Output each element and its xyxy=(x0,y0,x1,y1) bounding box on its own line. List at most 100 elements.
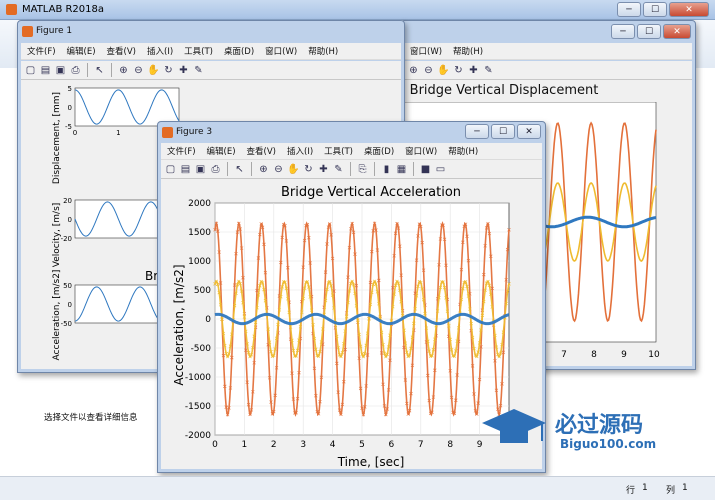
menu-window[interactable]: 窗口(W) xyxy=(265,45,297,57)
fig2-plot-title: Bridge Vertical Displacement xyxy=(409,83,599,98)
fig2-menu-window[interactable]: 窗口(W) xyxy=(410,45,442,57)
open-file-icon[interactable]: ▤ xyxy=(39,64,52,77)
chart-title: Bridge Vertical Acceleration xyxy=(281,185,461,200)
minimize-button[interactable]: ─ xyxy=(617,2,641,17)
watermark-text: 必过源码 xyxy=(555,413,644,438)
x-tick-label: 0 xyxy=(212,440,218,450)
status-col-value: 1 xyxy=(682,483,688,493)
menu-view[interactable]: 查看(V) xyxy=(107,45,136,57)
fig1-xtick: 1 xyxy=(116,129,120,137)
matlab-logo-icon xyxy=(6,4,17,15)
figure3-toolbar: ▢ ▤ ▣ ⎙ ↖ ⊕ ⊖ ✋ ↻ ✚ ✎ ⎘ ▮ ▦ ■ ▭ xyxy=(161,160,542,179)
fig2-maximize-button[interactable]: ☐ xyxy=(637,24,661,39)
fig3-maximize-button[interactable]: ☐ xyxy=(491,124,515,139)
figure1-menubar: 文件(F) 编辑(E) 查看(V) 插入(I) 工具(T) 桌面(D) 窗口(W… xyxy=(21,43,401,60)
figure2-toolbar: ⊕ ⊖ ✋ ↻ ✚ ✎ xyxy=(404,61,692,80)
x-tick-label: 1 xyxy=(242,440,248,450)
menu-edit[interactable]: 编辑(E) xyxy=(207,145,236,157)
x-tick-label: 5 xyxy=(359,440,365,450)
fig2-close-button[interactable]: ✕ xyxy=(663,24,691,39)
save-icon[interactable]: ▣ xyxy=(194,163,207,176)
y-tick-label: -500 xyxy=(191,344,212,354)
pan-icon[interactable]: ✋ xyxy=(287,163,300,176)
y-tick-label: 0 xyxy=(205,315,211,325)
rotate-icon[interactable]: ↻ xyxy=(302,163,315,176)
file-details-hint: 选择文件以查看详细信息 xyxy=(44,413,138,423)
menu-file[interactable]: 文件(F) xyxy=(27,45,56,57)
menu-help[interactable]: 帮助(H) xyxy=(448,145,478,157)
fig2-xtick: 9 xyxy=(621,350,627,360)
data-cursor-icon[interactable]: ✚ xyxy=(317,163,330,176)
fig2-xtick-labels: 7 8 9 10 xyxy=(561,350,660,360)
zoom-in-icon[interactable]: ⊕ xyxy=(257,163,270,176)
figure-icon xyxy=(22,26,33,37)
brush-icon[interactable]: ✎ xyxy=(482,64,495,77)
zoom-out-icon[interactable]: ⊖ xyxy=(422,64,435,77)
menu-window[interactable]: 窗口(W) xyxy=(405,145,437,157)
matlab-titlebar: MATLAB R2018a ─ ☐ ✕ xyxy=(0,0,715,20)
y-tick-label: -1000 xyxy=(185,373,211,383)
status-col-label: 列 xyxy=(666,486,676,496)
y-tick-label: -2000 xyxy=(185,431,211,441)
pan-icon[interactable]: ✋ xyxy=(147,64,160,77)
zoom-out-icon[interactable]: ⊖ xyxy=(132,64,145,77)
status-row-label: 行 xyxy=(626,486,636,496)
menu-insert[interactable]: 插入(I) xyxy=(147,45,173,57)
hide-tools-icon[interactable]: ■ xyxy=(419,163,432,176)
y-tick-label: 2000 xyxy=(188,199,211,209)
chart-ylabel: Acceleration, [m/s2] xyxy=(172,264,186,385)
menu-tools[interactable]: 工具(T) xyxy=(184,45,213,57)
pointer-icon[interactable]: ↖ xyxy=(93,64,106,77)
x-tick-label: 8 xyxy=(447,440,453,450)
watermark: 必过源码 Biguo100.com xyxy=(480,405,680,460)
fig2-xtick: 10 xyxy=(648,350,660,360)
menu-desktop[interactable]: 桌面(D) xyxy=(224,45,254,57)
menu-insert[interactable]: 插入(I) xyxy=(287,145,313,157)
zoom-in-icon[interactable]: ⊕ xyxy=(407,64,420,77)
menu-edit[interactable]: 编辑(E) xyxy=(67,45,96,57)
y-tick-label: 500 xyxy=(194,286,211,296)
pan-icon[interactable]: ✋ xyxy=(437,64,450,77)
brush-icon[interactable]: ✎ xyxy=(192,64,205,77)
zoom-out-icon[interactable]: ⊖ xyxy=(272,163,285,176)
new-figure-icon[interactable]: ▢ xyxy=(164,163,177,176)
close-button[interactable]: ✕ xyxy=(669,2,709,17)
rotate-icon[interactable]: ↻ xyxy=(452,64,465,77)
fig2-minimize-button[interactable]: ─ xyxy=(611,24,635,39)
save-icon[interactable]: ▣ xyxy=(54,64,67,77)
menu-view[interactable]: 查看(V) xyxy=(247,145,276,157)
menu-file[interactable]: 文件(F) xyxy=(167,145,196,157)
menu-tools[interactable]: 工具(T) xyxy=(324,145,353,157)
pointer-icon[interactable]: ↖ xyxy=(233,163,246,176)
print-icon[interactable]: ⎙ xyxy=(69,64,82,77)
figure1-titlebar: Figure 1 xyxy=(18,21,404,43)
data-cursor-icon[interactable]: ✚ xyxy=(467,64,480,77)
open-file-icon[interactable]: ▤ xyxy=(179,163,192,176)
status-bar: 行 1 列 1 xyxy=(0,476,715,500)
fig3-minimize-button[interactable]: ─ xyxy=(465,124,489,139)
fig2-menu-help[interactable]: 帮助(H) xyxy=(453,45,483,57)
data-cursor-icon[interactable]: ✚ xyxy=(177,64,190,77)
rotate-icon[interactable]: ↻ xyxy=(162,64,175,77)
fig1-ytick: 0 xyxy=(68,301,72,309)
fig1-ylabel-disp: Displacement, [mm] xyxy=(52,92,62,184)
new-figure-icon[interactable]: ▢ xyxy=(24,64,37,77)
menu-help[interactable]: 帮助(H) xyxy=(308,45,338,57)
fig3-close-button[interactable]: ✕ xyxy=(517,124,541,139)
link-plot-icon[interactable]: ⎘ xyxy=(356,163,369,176)
chart-xlabel: Time, [sec] xyxy=(337,455,405,469)
legend-icon[interactable]: ▦ xyxy=(395,163,408,176)
y-tick-label: 1000 xyxy=(188,257,211,267)
print-icon[interactable]: ⎙ xyxy=(209,163,222,176)
colorbar-icon[interactable]: ▮ xyxy=(380,163,393,176)
status-row-value: 1 xyxy=(642,483,648,493)
x-tick-label: 6 xyxy=(389,440,395,450)
brush-icon[interactable]: ✎ xyxy=(332,163,345,176)
dock-icon[interactable]: ▭ xyxy=(434,163,447,176)
x-tick-label: 2 xyxy=(271,440,277,450)
zoom-in-icon[interactable]: ⊕ xyxy=(117,64,130,77)
menu-desktop[interactable]: 桌面(D) xyxy=(364,145,394,157)
fig1-ytick: 50 xyxy=(63,282,72,290)
maximize-button[interactable]: ☐ xyxy=(643,2,667,17)
x-tick-label: 4 xyxy=(330,440,336,450)
